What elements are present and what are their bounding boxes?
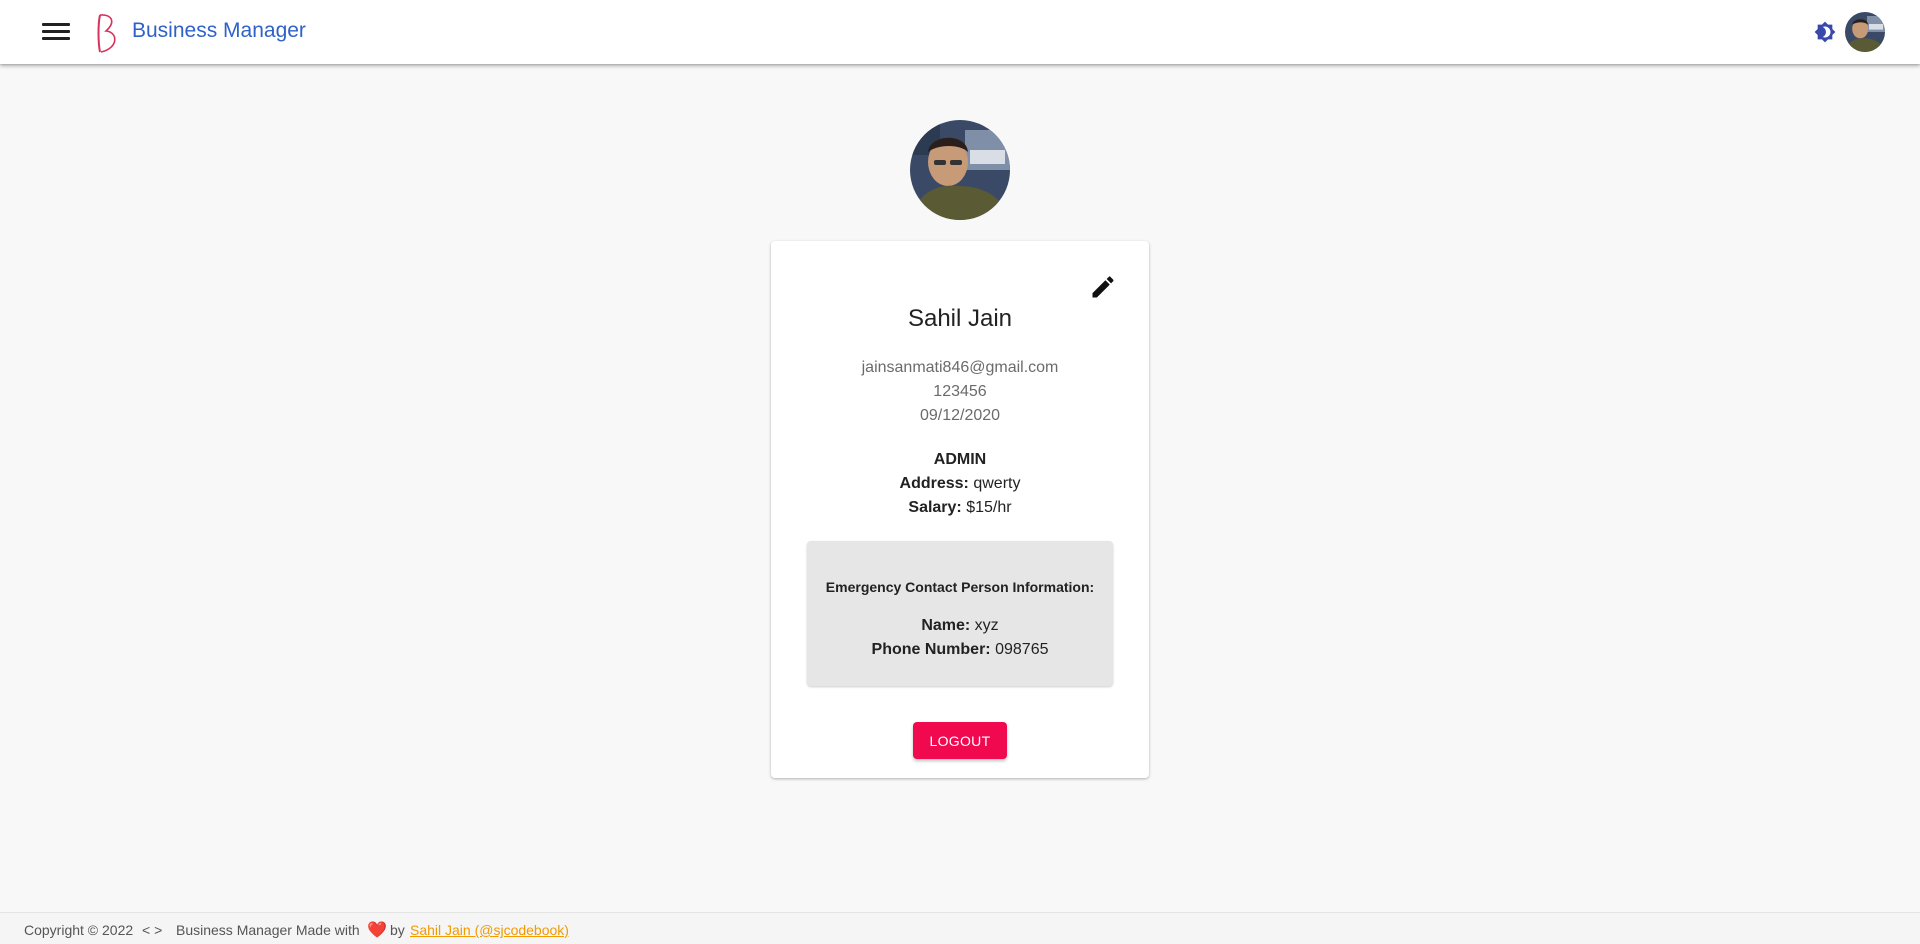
profile-email: jainsanmati846@gmail.com bbox=[861, 359, 1059, 376]
profile-card: Sahil Jain jainsanmati846@gmail.com 1234… bbox=[771, 241, 1149, 778]
footer-copyright: Copyright © 2022 bbox=[24, 922, 134, 938]
footer-by: by bbox=[390, 922, 405, 938]
emergency-name: Name: xyz bbox=[807, 617, 1113, 635]
salary-value: $15/hr bbox=[966, 499, 1012, 516]
heart-icon: ❤️ bbox=[367, 922, 387, 939]
emergency-phone-value: 098765 bbox=[995, 641, 1049, 658]
emergency-title: Emergency Contact Person Information: bbox=[825, 579, 1095, 595]
profile-name: Sahil Jain bbox=[907, 305, 1013, 332]
emergency-phone: Phone Number: 098765 bbox=[807, 641, 1113, 659]
code-icon: < > bbox=[142, 922, 163, 938]
emergency-contact-panel: Emergency Contact Person Information: Na… bbox=[807, 541, 1113, 686]
profile-avatar bbox=[910, 120, 1010, 220]
emergency-name-label: Name: bbox=[921, 617, 971, 634]
address-label: Address: bbox=[899, 475, 969, 492]
edit-icon[interactable] bbox=[1089, 273, 1117, 301]
address-value: qwerty bbox=[973, 475, 1021, 492]
app-bar: Business Manager bbox=[0, 0, 1920, 64]
theme-toggle-icon[interactable] bbox=[1814, 21, 1836, 43]
user-avatar[interactable] bbox=[1845, 12, 1885, 52]
profile-salary: Salary: $15/hr bbox=[771, 499, 1149, 517]
menu-icon[interactable] bbox=[38, 18, 74, 46]
profile-date: 09/12/2020 bbox=[919, 407, 1001, 424]
brand-title[interactable]: Business Manager bbox=[132, 19, 306, 43]
profile-phone: 123456 bbox=[933, 383, 987, 400]
logo-icon[interactable] bbox=[92, 12, 122, 54]
emergency-phone-label: Phone Number: bbox=[871, 641, 991, 658]
footer-made-with: Business Manager Made with bbox=[176, 922, 360, 938]
logout-button[interactable]: LOGOUT bbox=[913, 722, 1007, 759]
salary-label: Salary: bbox=[908, 499, 962, 516]
profile-role: ADMIN bbox=[933, 451, 987, 468]
emergency-name-value: xyz bbox=[974, 617, 999, 634]
footer: Copyright © 2022 < > Business Manager Ma… bbox=[0, 912, 1920, 944]
profile-address: Address: qwerty bbox=[771, 475, 1149, 493]
author-link[interactable]: Sahil Jain (@sjcodebook) bbox=[410, 922, 569, 938]
